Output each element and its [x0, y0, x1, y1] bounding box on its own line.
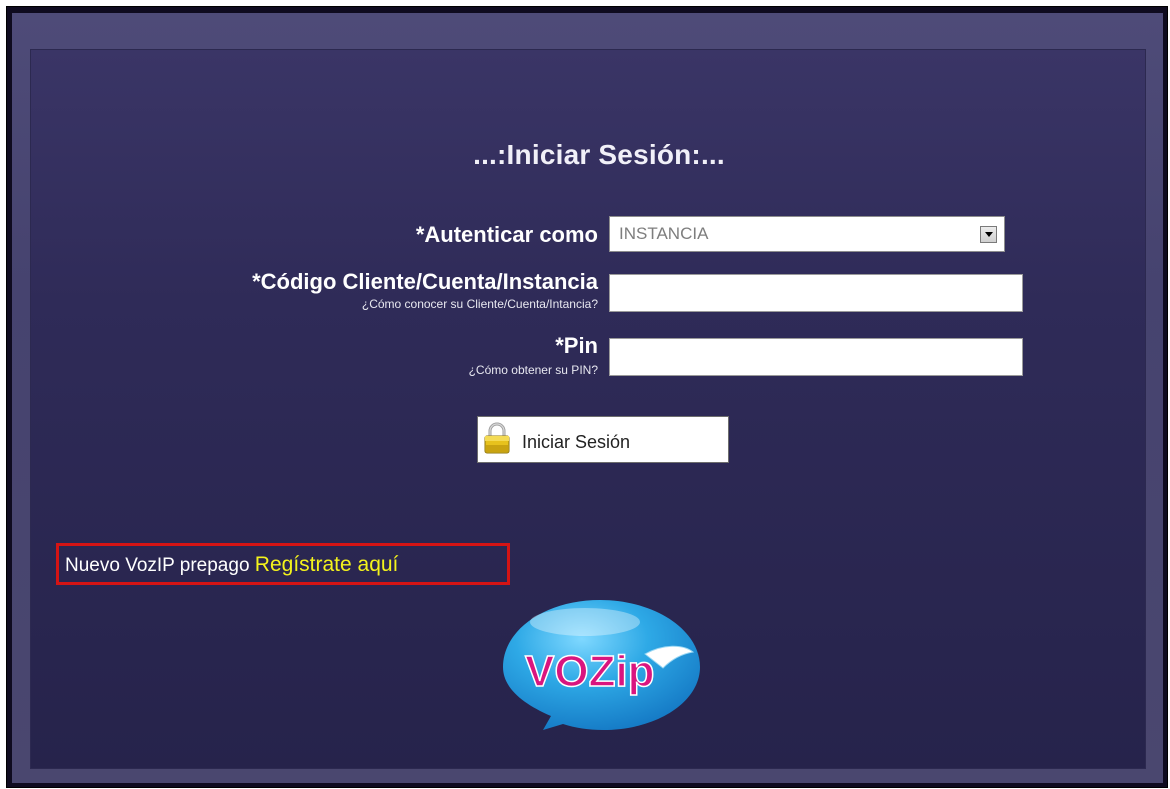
pin-label: *Pin — [555, 333, 598, 358]
pin-input[interactable] — [609, 338, 1023, 376]
register-box: Nuevo VozIP prepago Regístrate aquí — [56, 543, 510, 585]
content-frame: ...:Iniciar Sesión:... *Autenticar como … — [12, 13, 1163, 783]
login-button[interactable]: Iniciar Sesión — [477, 416, 729, 463]
vozip-logo: VOZip — [503, 600, 700, 730]
code-input[interactable] — [609, 274, 1023, 312]
pin-help-link[interactable]: ¿Cómo obtener su PIN? — [469, 363, 598, 377]
register-text: Nuevo VozIP prepago Regístrate aquí — [65, 553, 398, 577]
login-panel: ...:Iniciar Sesión:... *Autenticar como … — [30, 49, 1146, 769]
label-column: *Autenticar como *Código Cliente/Cuenta/… — [130, 49, 598, 409]
chevron-down-icon[interactable] — [980, 226, 997, 243]
auth-select-value: INSTANCIA — [619, 224, 709, 243]
login-button-label: Iniciar Sesión — [522, 432, 631, 452]
auth-label: *Autenticar como — [415, 222, 598, 247]
auth-select[interactable]: INSTANCIA — [609, 216, 1005, 252]
code-help-link[interactable]: ¿Cómo conocer su Cliente/Cuenta/Intancia… — [362, 297, 598, 311]
logo-text: VOZip — [525, 647, 655, 696]
lock-icon — [484, 422, 510, 454]
code-label: *Código Cliente/Cuenta/Instancia — [252, 269, 598, 294]
page-frame: ...:Iniciar Sesión:... *Autenticar como … — [6, 6, 1168, 788]
register-link[interactable]: Regístrate aquí — [255, 553, 399, 576]
register-prefix: Nuevo VozIP prepago — [65, 555, 250, 576]
